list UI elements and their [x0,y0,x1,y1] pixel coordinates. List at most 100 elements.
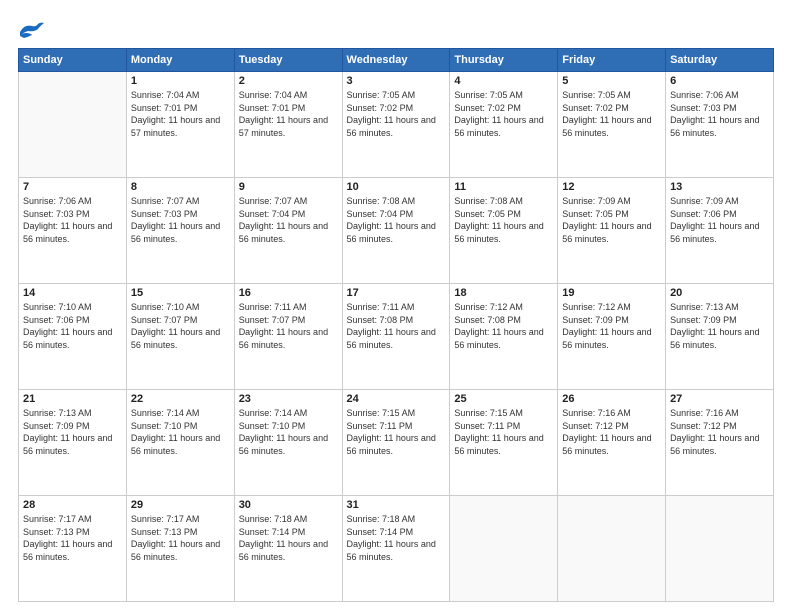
day-info: Sunrise: 7:17 AM Sunset: 7:13 PM Dayligh… [23,513,122,563]
calendar-cell: 17 Sunrise: 7:11 AM Sunset: 7:08 PM Dayli… [342,284,450,390]
calendar-cell: 19Sunrise: 7:12 AM Sunset: 7:09 PM Dayli… [558,284,666,390]
day-number: 20 [670,287,769,299]
day-info: Sunrise: 7:08 AM Sunset: 7:05 PM Dayligh… [454,195,553,245]
calendar-cell: 30 Sunrise: 7:18 AM Sunset: 7:14 PM Dayli… [234,496,342,602]
day-info: Sunrise: 7:17 AM Sunset: 7:13 PM Dayligh… [131,513,230,563]
calendar-cell: 13 Sunrise: 7:09 AM Sunset: 7:06 PM Dayli… [666,178,774,284]
day-info: Sunrise: 7:06 AM Sunset: 7:03 PM Dayligh… [670,89,769,139]
calendar-cell [666,496,774,602]
day-info: Sunrise: 7:13 AM Sunset: 7:09 PM Dayligh… [670,301,769,351]
day-number: 17 [347,287,446,299]
calendar-cell [19,72,127,178]
day-info: Sunrise: 7:10 AM Sunset: 7:06 PM Dayligh… [23,301,122,351]
day-info: Sunrise: 7:16 AM Sunset: 7:12 PM Dayligh… [670,407,769,457]
day-number: 4 [454,75,553,87]
day-info: Sunrise: 7:06 AM Sunset: 7:03 PM Dayligh… [23,195,122,245]
page: SundayMondayTuesdayWednesdayThursdayFrid… [0,0,792,612]
day-number: 10 [347,181,446,193]
day-number: 6 [670,75,769,87]
day-number: 9 [239,181,338,193]
calendar-week-row: 7 Sunrise: 7:06 AM Sunset: 7:03 PM Daylig… [19,178,774,284]
day-number: 3 [347,75,446,87]
day-number: 25 [454,393,553,405]
day-info: Sunrise: 7:09 AM Sunset: 7:05 PM Dayligh… [562,195,661,245]
calendar-cell: 27 Sunrise: 7:16 AM Sunset: 7:12 PM Dayli… [666,390,774,496]
calendar-week-row: 21 Sunrise: 7:13 AM Sunset: 7:09 PM Dayli… [19,390,774,496]
calendar-cell: 4 Sunrise: 7:05 AM Sunset: 7:02 PM Daylig… [450,72,558,178]
day-info: Sunrise: 7:12 AM Sunset: 7:08 PM Dayligh… [454,301,553,351]
calendar-cell [450,496,558,602]
day-number: 24 [347,393,446,405]
day-number: 27 [670,393,769,405]
day-info: Sunrise: 7:11 AM Sunset: 7:08 PM Dayligh… [347,301,446,351]
day-info: Sunrise: 7:16 AM Sunset: 7:12 PM Dayligh… [562,407,661,457]
calendar-week-row: 1Sunrise: 7:04 AM Sunset: 7:01 PM Daylig… [19,72,774,178]
calendar-cell: 23 Sunrise: 7:14 AM Sunset: 7:10 PM Dayli… [234,390,342,496]
calendar-cell: 2Sunrise: 7:04 AM Sunset: 7:01 PM Daylig… [234,72,342,178]
calendar-cell: 12 Sunrise: 7:09 AM Sunset: 7:05 PM Dayli… [558,178,666,284]
calendar-header-thursday: Thursday [450,49,558,72]
calendar-cell: 11Sunrise: 7:08 AM Sunset: 7:05 PM Dayli… [450,178,558,284]
calendar-header-wednesday: Wednesday [342,49,450,72]
calendar-cell: 1Sunrise: 7:04 AM Sunset: 7:01 PM Daylig… [126,72,234,178]
calendar-header-saturday: Saturday [666,49,774,72]
day-info: Sunrise: 7:05 AM Sunset: 7:02 PM Dayligh… [562,89,661,139]
calendar-table: SundayMondayTuesdayWednesdayThursdayFrid… [18,48,774,602]
day-number: 13 [670,181,769,193]
day-info: Sunrise: 7:14 AM Sunset: 7:10 PM Dayligh… [131,407,230,457]
day-number: 31 [347,499,446,511]
day-info: Sunrise: 7:08 AM Sunset: 7:04 PM Dayligh… [347,195,446,245]
logo [18,22,46,42]
day-number: 21 [23,393,122,405]
day-info: Sunrise: 7:09 AM Sunset: 7:06 PM Dayligh… [670,195,769,245]
day-info: Sunrise: 7:07 AM Sunset: 7:03 PM Dayligh… [131,195,230,245]
calendar-cell: 15Sunrise: 7:10 AM Sunset: 7:07 PM Dayli… [126,284,234,390]
calendar-cell: 9 Sunrise: 7:07 AM Sunset: 7:04 PM Daylig… [234,178,342,284]
calendar-cell: 28Sunrise: 7:17 AM Sunset: 7:13 PM Dayli… [19,496,127,602]
day-info: Sunrise: 7:05 AM Sunset: 7:02 PM Dayligh… [347,89,446,139]
day-number: 5 [562,75,661,87]
calendar-cell: 21 Sunrise: 7:13 AM Sunset: 7:09 PM Dayli… [19,390,127,496]
calendar-cell: 20 Sunrise: 7:13 AM Sunset: 7:09 PM Dayli… [666,284,774,390]
day-info: Sunrise: 7:11 AM Sunset: 7:07 PM Dayligh… [239,301,338,351]
day-number: 16 [239,287,338,299]
calendar-header-friday: Friday [558,49,666,72]
day-number: 18 [454,287,553,299]
day-number: 14 [23,287,122,299]
calendar-cell: 25 Sunrise: 7:15 AM Sunset: 7:11 PM Dayli… [450,390,558,496]
day-number: 22 [131,393,230,405]
day-number: 23 [239,393,338,405]
calendar-cell: 10 Sunrise: 7:08 AM Sunset: 7:04 PM Dayli… [342,178,450,284]
day-number: 12 [562,181,661,193]
calendar-cell: 8 Sunrise: 7:07 AM Sunset: 7:03 PM Daylig… [126,178,234,284]
day-info: Sunrise: 7:12 AM Sunset: 7:09 PM Dayligh… [562,301,661,351]
day-info: Sunrise: 7:15 AM Sunset: 7:11 PM Dayligh… [347,407,446,457]
day-number: 29 [131,499,230,511]
calendar-header-monday: Monday [126,49,234,72]
calendar-cell: 22 Sunrise: 7:14 AM Sunset: 7:10 PM Dayli… [126,390,234,496]
day-info: Sunrise: 7:04 AM Sunset: 7:01 PM Dayligh… [131,89,230,139]
day-info: Sunrise: 7:13 AM Sunset: 7:09 PM Dayligh… [23,407,122,457]
day-info: Sunrise: 7:05 AM Sunset: 7:02 PM Dayligh… [454,89,553,139]
day-info: Sunrise: 7:15 AM Sunset: 7:11 PM Dayligh… [454,407,553,457]
day-number: 7 [23,181,122,193]
day-info: Sunrise: 7:07 AM Sunset: 7:04 PM Dayligh… [239,195,338,245]
day-number: 30 [239,499,338,511]
day-info: Sunrise: 7:18 AM Sunset: 7:14 PM Dayligh… [347,513,446,563]
day-number: 15 [131,287,230,299]
calendar-cell: 26Sunrise: 7:16 AM Sunset: 7:12 PM Dayli… [558,390,666,496]
day-info: Sunrise: 7:14 AM Sunset: 7:10 PM Dayligh… [239,407,338,457]
day-info: Sunrise: 7:04 AM Sunset: 7:01 PM Dayligh… [239,89,338,139]
day-info: Sunrise: 7:18 AM Sunset: 7:14 PM Dayligh… [239,513,338,563]
header [18,18,774,42]
calendar-cell: 5 Sunrise: 7:05 AM Sunset: 7:02 PM Daylig… [558,72,666,178]
day-number: 8 [131,181,230,193]
calendar-header-row: SundayMondayTuesdayWednesdayThursdayFrid… [19,49,774,72]
calendar-cell: 6 Sunrise: 7:06 AM Sunset: 7:03 PM Daylig… [666,72,774,178]
calendar-cell [558,496,666,602]
calendar-cell: 24 Sunrise: 7:15 AM Sunset: 7:11 PM Dayli… [342,390,450,496]
calendar-cell: 14 Sunrise: 7:10 AM Sunset: 7:06 PM Dayli… [19,284,127,390]
calendar-week-row: 14 Sunrise: 7:10 AM Sunset: 7:06 PM Dayli… [19,284,774,390]
calendar-cell: 16 Sunrise: 7:11 AM Sunset: 7:07 PM Dayli… [234,284,342,390]
calendar-cell: 31 Sunrise: 7:18 AM Sunset: 7:14 PM Dayli… [342,496,450,602]
